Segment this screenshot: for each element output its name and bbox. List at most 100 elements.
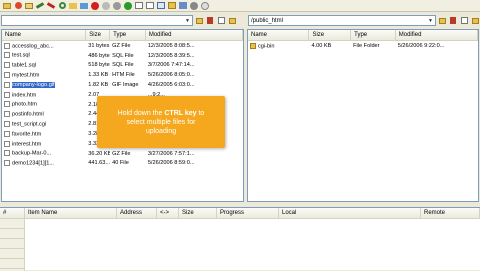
queue-col-direction[interactable]: <-> [157, 208, 179, 218]
column-name-header[interactable]: Name [2, 30, 87, 40]
file-name: test.sql [12, 52, 30, 59]
right-path-dropdown[interactable]: /public_html ▼ [248, 15, 436, 26]
column-size-header[interactable]: Size [86, 30, 111, 40]
file-name: backup-Mar-0... [12, 150, 52, 157]
cell-name: favorite.htm [2, 130, 86, 138]
open-icon[interactable] [24, 1, 34, 11]
queue-col-number[interactable]: # [0, 208, 25, 218]
right-path-bar: /public_html ▼ [248, 14, 480, 27]
table-row[interactable]: accesslog_abc... 31 bytes GZ File 12/3/2005… [2, 41, 243, 51]
cell-modified: 3/27/2006 7:57:1... [147, 150, 195, 157]
rename-icon[interactable] [216, 15, 226, 26]
disconnect-icon[interactable] [46, 1, 56, 11]
settings-icon[interactable] [189, 1, 199, 11]
upload-icon[interactable] [68, 1, 78, 11]
file-name: favorite.htm [12, 131, 42, 138]
file-icon [4, 42, 10, 49]
cell-type: GZ File [112, 42, 131, 49]
cell-name: test_script.cgi [2, 121, 86, 128]
file-icon [4, 101, 10, 108]
left-path-bar: ▼ [1, 14, 237, 27]
queue-col-item-name[interactable]: Item Name [25, 208, 117, 218]
cell-name: postinfo.html [2, 111, 86, 118]
cell-type: File Folder [353, 42, 380, 49]
tooltip-key: CTRL key [164, 109, 197, 117]
up-folder-icon[interactable] [227, 15, 237, 26]
right-path-value: /public_html [251, 17, 284, 24]
wizard-icon[interactable] [13, 1, 23, 11]
file-icon [4, 52, 10, 59]
upload-tip-tooltip: Hold down the CTRL key to select multipl… [97, 96, 225, 148]
queue-col-progress[interactable]: Progress [217, 208, 279, 218]
queue-col-remote[interactable]: Remote [421, 208, 480, 218]
table-row[interactable]: test.sql 486 bytesSQL File 12/3/2005 8:39:… [2, 51, 243, 61]
file-name: test_script.cgi [12, 121, 47, 128]
file-name: demo1234[1][1... [12, 160, 54, 167]
cell-size: 1.33 KB [88, 72, 109, 79]
queue-row-gutter [0, 219, 25, 271]
column-modified-header[interactable]: Modified [146, 30, 243, 40]
file-icon [4, 160, 10, 167]
folder-icon [250, 42, 256, 49]
delete-file-icon[interactable] [448, 15, 458, 26]
chevron-down-icon: ▼ [185, 17, 190, 24]
file-name: photo.htm [12, 101, 37, 108]
queue-col-size[interactable]: Size [179, 208, 217, 218]
bookmark-icon[interactable] [178, 1, 188, 11]
table-row[interactable]: mytest.htm 1.33 KB HTM File 5/26/2006 8:05:… [2, 70, 243, 80]
file-name: index.htm [12, 92, 37, 99]
queue-col-address[interactable]: Address [117, 208, 157, 218]
file-name: interest.htm [12, 141, 42, 148]
delete-file-icon[interactable] [205, 15, 215, 26]
cell-modified: 4/26/2005 6:03:0... [147, 82, 195, 89]
new-folder-icon[interactable] [437, 15, 447, 26]
remote-file-list: cgi-bin 4.00 KB File Folder 5/26/2006 9:22:… [248, 41, 478, 51]
table-row[interactable]: table1.sql 518 bytesSQL File 3/7/2006 7:47… [2, 61, 243, 71]
table-row[interactable]: company-logo.gif 1.82 KB GIF Image 4/26/200… [2, 80, 243, 90]
queue-header: # Item Name Address <-> Size Progress Lo… [0, 208, 480, 219]
cell-size: 1.82 KB [88, 82, 109, 89]
refresh-icon[interactable] [57, 1, 67, 11]
cell-size: 36.20 KB [88, 150, 111, 157]
cell-size: 4.00 KB [311, 42, 332, 49]
log-icon[interactable] [156, 1, 166, 11]
stop-icon[interactable] [101, 1, 111, 11]
left-path-dropdown[interactable]: ▼ [1, 15, 193, 26]
file-icon [4, 62, 10, 69]
cell-name: table1.sql [2, 62, 86, 69]
main-toolbar [0, 0, 480, 12]
cell-name: demo1234[1][1... [2, 160, 86, 167]
table-row[interactable]: cgi-bin 4.00 KB File Folder 5/26/2006 9:22:… [248, 41, 478, 51]
help-icon[interactable] [200, 1, 210, 11]
cell-type: SQL File [112, 52, 134, 59]
skip-icon[interactable] [112, 1, 122, 11]
cell-size: 31 bytes [88, 42, 110, 49]
download-icon[interactable] [79, 1, 89, 11]
queue-col-local[interactable]: Local [279, 208, 421, 218]
properties-icon[interactable] [167, 1, 177, 11]
connect-icon[interactable] [35, 1, 45, 11]
cell-type: SQL File [112, 62, 134, 69]
file-name: company-logo.gif [12, 82, 55, 89]
tooltip-text-post: to [196, 109, 205, 117]
column-modified-header[interactable]: Modified [396, 30, 478, 40]
cell-name: backup-Mar-0... [2, 150, 86, 157]
column-size-header[interactable]: Size [309, 30, 352, 40]
column-type-header[interactable]: Type [110, 30, 146, 40]
table-row[interactable]: backup-Mar-0... 36.20 KB GZ File 3/27/2006 … [2, 149, 243, 159]
go-icon[interactable] [123, 1, 133, 11]
rename-icon[interactable] [459, 15, 469, 26]
file-icon [4, 150, 10, 157]
chevron-down-icon: ▼ [428, 17, 433, 24]
queue-icon[interactable] [134, 1, 144, 11]
new-folder-icon[interactable] [194, 15, 204, 26]
up-folder-icon[interactable] [470, 15, 480, 26]
delete-icon[interactable] [90, 1, 100, 11]
remote-file-header: Name Size Type Modified [248, 30, 478, 41]
table-row[interactable]: demo1234[1][1... 441.63... 40 File 5/26/200… [2, 159, 243, 169]
cell-size: 486 bytes [88, 52, 110, 59]
view-icon[interactable] [145, 1, 155, 11]
column-name-header[interactable]: Name [248, 30, 310, 40]
column-type-header[interactable]: Type [351, 30, 396, 40]
folder-icon[interactable] [2, 1, 12, 11]
